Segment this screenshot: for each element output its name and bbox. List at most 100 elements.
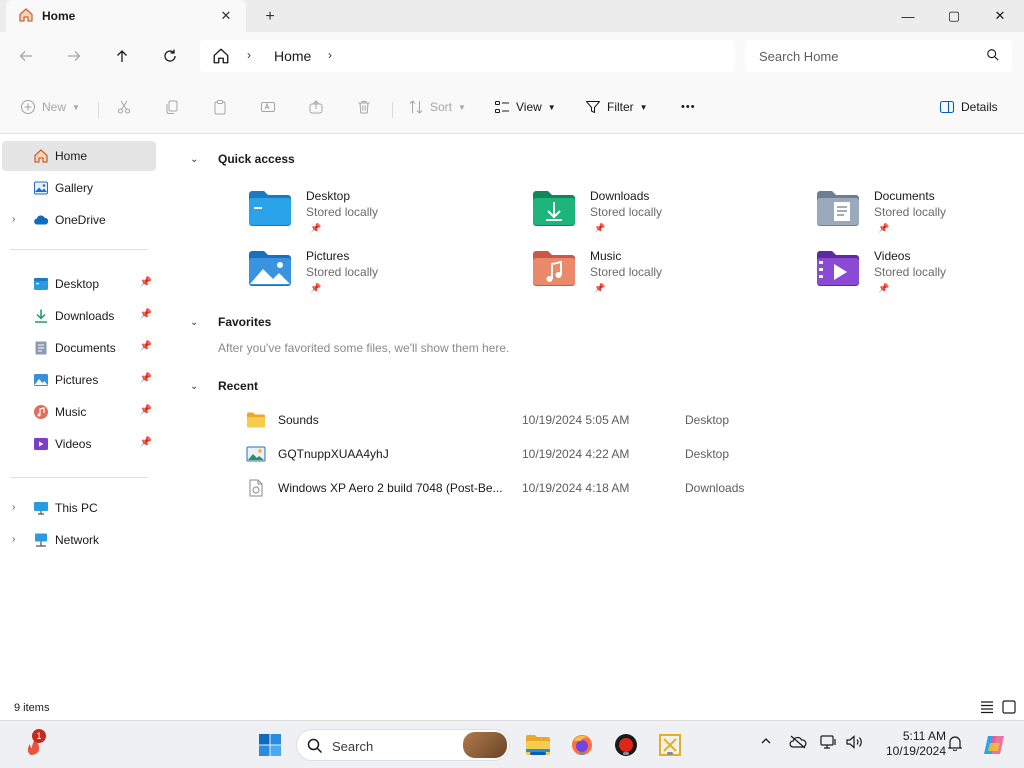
taskbar-firefox[interactable] bbox=[568, 731, 596, 759]
up-button[interactable] bbox=[110, 44, 134, 68]
cloud-offline-icon[interactable] bbox=[789, 735, 807, 752]
chevron-right-icon[interactable]: › bbox=[12, 534, 15, 545]
tab-title: Home bbox=[42, 9, 76, 23]
quick-access-downloads[interactable]: Downloads Stored locally 📌 bbox=[532, 187, 792, 243]
chevron-right-icon[interactable]: › bbox=[328, 48, 332, 62]
quick-access-pictures[interactable]: Pictures Stored locally 📌 bbox=[248, 247, 508, 303]
sidebar-item-documents[interactable]: Documents 📌 bbox=[2, 333, 156, 363]
recent-item-date: 10/19/2024 4:18 AM bbox=[522, 481, 630, 495]
search-icon[interactable] bbox=[986, 48, 1000, 65]
pin-icon[interactable]: 📌 bbox=[140, 341, 152, 352]
search-input[interactable] bbox=[759, 46, 969, 66]
widgets-button[interactable]: 1 bbox=[20, 729, 48, 759]
cut-button[interactable] bbox=[116, 95, 132, 119]
chevron-up-icon[interactable] bbox=[760, 735, 772, 750]
quick-access-desktop[interactable]: Desktop Stored locally 📌 bbox=[248, 187, 508, 243]
copy-icon bbox=[166, 100, 178, 114]
close-tab-icon[interactable]: ✕ bbox=[218, 8, 234, 24]
bell-icon[interactable] bbox=[947, 735, 963, 754]
details-pane-icon bbox=[939, 100, 955, 114]
taskbar-app[interactable] bbox=[656, 731, 684, 759]
pin-icon[interactable]: 📌 bbox=[140, 277, 152, 288]
taskbar-clock[interactable]: 5:11 AM 10/19/2024 bbox=[874, 729, 946, 759]
quick-access-videos[interactable]: Videos Stored locally 📌 bbox=[816, 247, 1024, 303]
recent-row-image[interactable]: GQTnuppXUAA4yhJ 10/19/2024 4:22 AM Deskt… bbox=[246, 439, 966, 469]
copilot-button[interactable] bbox=[980, 731, 1008, 759]
copilot-icon bbox=[984, 736, 1004, 754]
more-options-button[interactable]: ••• bbox=[681, 95, 696, 119]
search-label: Search bbox=[332, 739, 374, 754]
chevron-down-icon[interactable]: ⌄ bbox=[190, 317, 210, 328]
address-bar[interactable]: › Home › bbox=[200, 40, 735, 72]
sort-button[interactable]: Sort ▼ bbox=[408, 95, 466, 119]
pin-icon[interactable]: 📌 bbox=[140, 437, 152, 448]
sidebar-item-desktop[interactable]: Desktop 📌 bbox=[2, 269, 156, 299]
taskbar-file-explorer[interactable] bbox=[524, 731, 552, 759]
pin-icon[interactable]: 📌 bbox=[140, 405, 152, 416]
sidebar-item-pictures[interactable]: Pictures 📌 bbox=[2, 365, 156, 395]
rename-button[interactable] bbox=[260, 95, 276, 119]
sidebar-item-music[interactable]: Music 📌 bbox=[2, 397, 156, 427]
filter-button[interactable]: Filter ▼ bbox=[585, 95, 648, 119]
section-title: Favorites bbox=[218, 315, 272, 329]
recent-row-sounds[interactable]: Sounds 10/19/2024 5:05 AM Desktop bbox=[246, 405, 966, 435]
recent-header[interactable]: ⌄ Recent bbox=[190, 376, 258, 396]
item-name: Documents bbox=[874, 189, 935, 203]
forward-button[interactable] bbox=[62, 44, 86, 68]
view-button[interactable]: View ▼ bbox=[494, 95, 556, 119]
refresh-icon bbox=[164, 49, 176, 62]
sidebar-item-downloads[interactable]: Downloads 📌 bbox=[2, 301, 156, 331]
share-button[interactable] bbox=[308, 95, 324, 119]
sidebar-item-videos[interactable]: Videos 📌 bbox=[2, 429, 156, 459]
trash-icon bbox=[358, 101, 370, 114]
new-button[interactable]: New ▼ bbox=[20, 95, 80, 119]
start-button[interactable] bbox=[256, 731, 284, 759]
sidebar-item-this-pc[interactable]: › This PC bbox=[2, 493, 156, 523]
new-tab-button[interactable]: + bbox=[260, 7, 280, 27]
favorites-header[interactable]: ⌄ Favorites bbox=[190, 312, 271, 332]
sidebar-item-home[interactable]: Home bbox=[2, 141, 156, 171]
network-tray-icon[interactable] bbox=[820, 735, 838, 752]
delete-button[interactable] bbox=[356, 95, 372, 119]
favorites-empty-message: After you've favorited some files, we'll… bbox=[218, 341, 510, 355]
pin-icon[interactable]: 📌 bbox=[140, 373, 152, 384]
sidebar-item-label: Videos bbox=[55, 437, 92, 451]
taskbar-recorder[interactable] bbox=[612, 731, 640, 759]
maximize-button[interactable]: ▢ bbox=[931, 0, 977, 32]
main-content: ⌄ Quick access Desktop Stored locally 📌 … bbox=[160, 135, 1024, 695]
home-icon[interactable] bbox=[212, 47, 230, 68]
tiles-view-icon[interactable] bbox=[1002, 700, 1018, 716]
tab-home[interactable]: Home ✕ bbox=[6, 0, 246, 32]
sidebar-item-gallery[interactable]: Gallery bbox=[2, 173, 156, 203]
chevron-right-icon[interactable]: › bbox=[12, 214, 15, 225]
details-view-icon[interactable] bbox=[980, 700, 996, 716]
volume-icon[interactable] bbox=[846, 735, 864, 752]
chevron-right-icon[interactable]: › bbox=[247, 48, 251, 62]
filter-label: Filter bbox=[607, 100, 634, 114]
sidebar-item-network[interactable]: › Network bbox=[2, 525, 156, 555]
back-button[interactable] bbox=[14, 44, 38, 68]
sidebar-item-label: Documents bbox=[55, 341, 116, 355]
sidebar-item-onedrive[interactable]: › OneDrive bbox=[2, 205, 156, 235]
minimize-button[interactable]: — bbox=[885, 0, 931, 32]
pin-icon[interactable]: 📌 bbox=[140, 309, 152, 320]
divider bbox=[10, 249, 148, 250]
onedrive-icon bbox=[33, 212, 49, 228]
chevron-down-icon[interactable]: ⌄ bbox=[190, 381, 210, 392]
recent-row-document[interactable]: Windows XP Aero 2 build 7048 (Post-Be...… bbox=[246, 473, 966, 503]
quick-access-music[interactable]: Music Stored locally 📌 bbox=[532, 247, 792, 303]
share-icon bbox=[309, 100, 323, 114]
copy-button[interactable] bbox=[164, 95, 180, 119]
close-window-button[interactable]: ✕ bbox=[977, 0, 1023, 32]
quick-access-header[interactable]: ⌄ Quick access bbox=[190, 149, 295, 169]
details-button[interactable]: Details bbox=[939, 95, 998, 119]
chevron-right-icon[interactable]: › bbox=[12, 502, 15, 513]
quick-access-documents[interactable]: Documents Stored locally 📌 bbox=[816, 187, 1024, 243]
item-status: Stored locally bbox=[590, 205, 663, 219]
item-status: Stored locally bbox=[590, 265, 663, 279]
breadcrumb-home[interactable]: Home bbox=[274, 48, 311, 64]
chevron-down-icon[interactable]: ⌄ bbox=[190, 154, 210, 165]
paste-button[interactable] bbox=[212, 95, 228, 119]
refresh-button[interactable] bbox=[158, 44, 182, 68]
taskbar-search[interactable]: Search bbox=[296, 729, 510, 761]
